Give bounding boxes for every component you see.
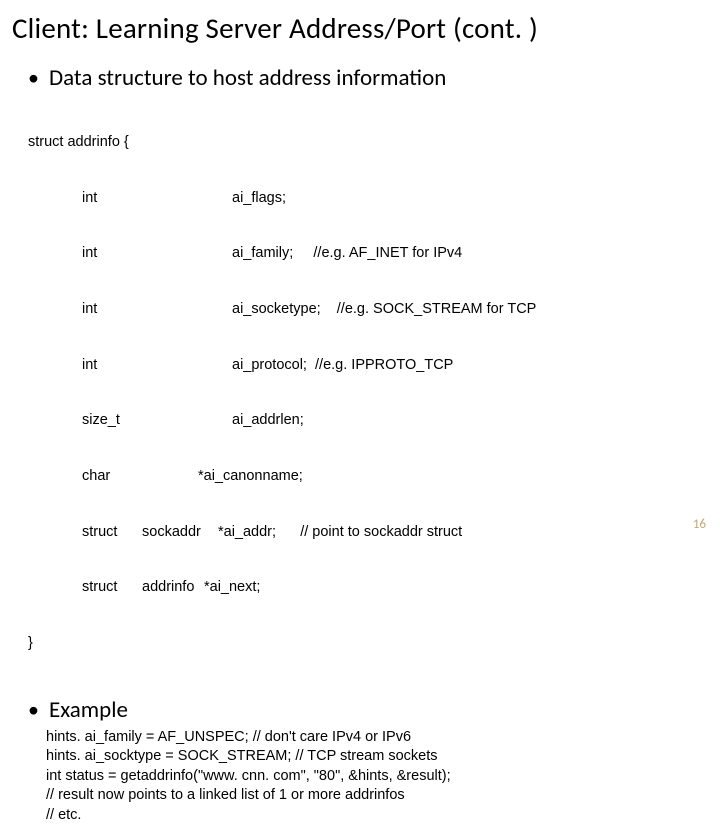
struct-field: size_tai_addrlen;: [28, 411, 692, 430]
slide-title: Client: Learning Server Address/Port (co…: [0, 0, 720, 48]
example-line: hints. ai_family = AF_UNSPEC; // don't c…: [46, 728, 692, 748]
struct-field: structsockaddr*ai_addr; // point to sock…: [28, 523, 692, 542]
struct-field: intai_family; //e.g. AF_INET for IPv4: [28, 244, 692, 263]
struct-field: structaddrinfo*ai_next;: [28, 578, 692, 597]
bullet-dot-icon: •: [28, 67, 39, 89]
struct-field: intai_socketype; //e.g. SOCK_STREAM for …: [28, 300, 692, 319]
slide-body: • Data structure to host address informa…: [0, 48, 720, 825]
struct-code-block: struct addrinfo { intai_flags; intai_fam…: [28, 96, 692, 690]
bullet-text: Data structure to host address informati…: [49, 64, 446, 92]
struct-close: }: [28, 634, 692, 653]
bullet-dot-icon: •: [28, 699, 39, 721]
example-line: int status = getaddrinfo("www. cnn. com"…: [46, 767, 692, 787]
struct-field: char*ai_canonname;: [28, 467, 692, 486]
example-code-block: hints. ai_family = AF_UNSPEC; // don't c…: [28, 728, 692, 825]
example-line: // result now points to a linked list of…: [46, 786, 692, 806]
struct-field: intai_flags;: [28, 189, 692, 208]
page-number: 16: [693, 517, 706, 532]
bullet-example: • Example: [28, 696, 692, 724]
struct-open: struct addrinfo {: [28, 133, 692, 152]
bullet-text: Example: [49, 696, 128, 724]
struct-field: intai_protocol; //e.g. IPPROTO_TCP: [28, 356, 692, 375]
example-line: hints. ai_socktype = SOCK_STREAM; // TCP…: [46, 747, 692, 767]
bullet-data-structure: • Data structure to host address informa…: [28, 64, 692, 92]
example-line: // etc.: [46, 806, 692, 825]
